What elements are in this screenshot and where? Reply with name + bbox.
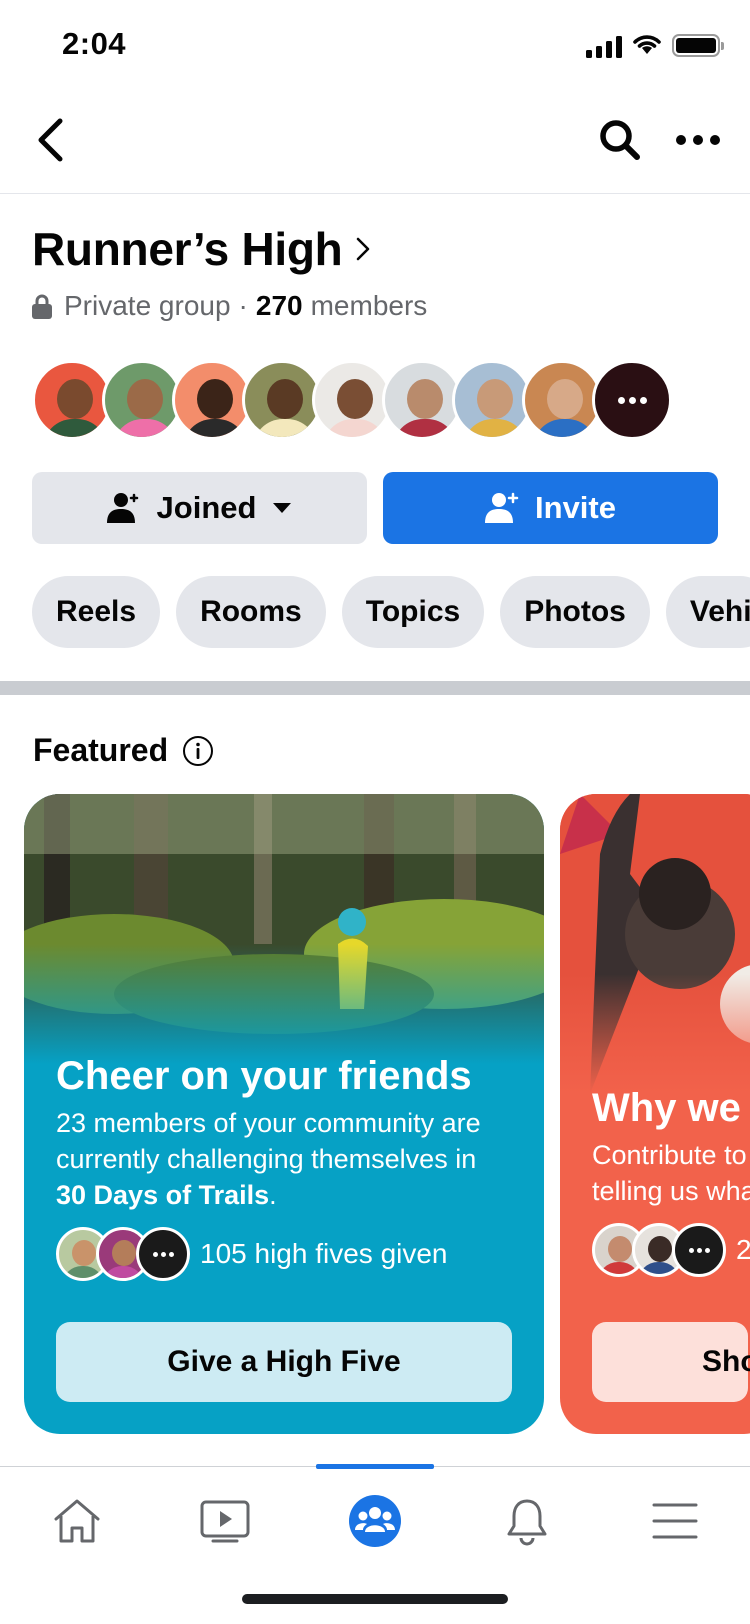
challenge-name: 30 Days of Trails bbox=[56, 1180, 270, 1210]
more-options-button[interactable] bbox=[670, 112, 726, 168]
group-title-link[interactable]: Runner’s High bbox=[32, 222, 370, 276]
privacy-label: Private group bbox=[64, 290, 231, 321]
card-desc-line-2: currently challenging themselves in bbox=[56, 1144, 477, 1174]
avatar[interactable] bbox=[312, 360, 392, 440]
info-icon[interactable] bbox=[182, 735, 214, 767]
high-five-facepile: 105 high fives given bbox=[56, 1227, 512, 1281]
avatar[interactable] bbox=[452, 360, 532, 440]
chevron-left-icon bbox=[38, 118, 63, 162]
home-indicator bbox=[242, 1594, 508, 1604]
cellular-signal-icon bbox=[586, 34, 622, 58]
featured-title: Featured bbox=[33, 732, 169, 768]
joined-button[interactable]: Joined bbox=[32, 472, 367, 544]
group-title: Runner’s High bbox=[32, 223, 343, 275]
more-avatar bbox=[136, 1227, 190, 1281]
groups-icon bbox=[349, 1495, 401, 1547]
active-tab-indicator bbox=[316, 1464, 434, 1469]
video-icon bbox=[200, 1500, 250, 1543]
status-bar: 2:04 bbox=[0, 0, 750, 90]
search-icon bbox=[600, 120, 640, 160]
survey-button[interactable]: Sho bbox=[592, 1322, 750, 1402]
tab-rooms[interactable]: Rooms bbox=[176, 576, 326, 648]
tab-vehicles[interactable]: Vehi bbox=[665, 576, 750, 648]
caret-down-icon bbox=[273, 503, 292, 513]
meta-separator: · bbox=[238, 290, 248, 321]
avatar[interactable] bbox=[102, 360, 182, 440]
card-desc-line-3: 30 Days of Trails. bbox=[56, 1180, 277, 1210]
facepile bbox=[56, 1227, 190, 1281]
give-high-five-button[interactable]: Give a High Five bbox=[56, 1322, 512, 1402]
tab-reels[interactable]: Reels bbox=[32, 576, 161, 648]
member-label: members bbox=[310, 290, 428, 321]
card-content: Cheer on your friends 23 members of your… bbox=[56, 1054, 512, 1281]
section-divider bbox=[0, 681, 750, 695]
home-icon bbox=[54, 1499, 100, 1543]
avatar[interactable] bbox=[382, 360, 462, 440]
tab-notifications[interactable] bbox=[482, 1485, 572, 1557]
tab-photos[interactable]: Photos bbox=[500, 576, 650, 648]
high-five-stat: 105 high fives given bbox=[200, 1238, 448, 1269]
wifi-icon bbox=[633, 35, 661, 54]
trail-runner-photo bbox=[24, 794, 544, 1064]
tab-home[interactable] bbox=[32, 1485, 122, 1557]
card-description: Contribute to telling us wha bbox=[592, 1140, 750, 1206]
featured-card-survey[interactable]: Why we Contribute to telling us wha 23 S… bbox=[560, 794, 750, 1434]
avatar[interactable] bbox=[242, 360, 322, 440]
card-title: Cheer on your friends bbox=[56, 1054, 472, 1098]
battery-icon bbox=[672, 34, 724, 57]
featured-header: Featured bbox=[33, 732, 214, 769]
tab-menu[interactable] bbox=[630, 1485, 720, 1557]
celebration-photo bbox=[560, 794, 750, 1094]
more-members-avatar[interactable] bbox=[592, 360, 672, 440]
status-time: 2:04 bbox=[62, 26, 127, 61]
bell-icon bbox=[507, 1499, 547, 1546]
card-description: 23 members of your community are current… bbox=[56, 1105, 512, 1213]
user-check-icon bbox=[106, 493, 138, 523]
more-avatar bbox=[672, 1223, 726, 1277]
facepile bbox=[592, 1223, 726, 1277]
invite-label: Invite bbox=[535, 490, 616, 525]
group-meta: Private group · 270 members bbox=[32, 290, 427, 322]
tab-watch[interactable] bbox=[180, 1485, 270, 1557]
joined-label: Joined bbox=[156, 490, 257, 525]
hamburger-menu-icon bbox=[652, 1503, 698, 1539]
invite-button[interactable]: Invite bbox=[383, 472, 718, 544]
chevron-right-icon bbox=[357, 237, 370, 261]
card-content: Why we Contribute to telling us wha 23 bbox=[592, 1086, 750, 1277]
survey-stat: 23 bbox=[736, 1234, 750, 1265]
tab-groups[interactable] bbox=[330, 1485, 420, 1557]
group-tabs: Reels Rooms Topics Photos Vehi bbox=[32, 576, 750, 648]
lock-icon bbox=[32, 294, 52, 319]
member-count: 270 bbox=[255, 290, 303, 321]
tab-topics[interactable]: Topics bbox=[341, 576, 485, 648]
card-desc-line-1: 23 members of your community are bbox=[56, 1108, 481, 1138]
user-plus-icon bbox=[485, 492, 519, 523]
group-actions: Joined Invite bbox=[32, 472, 718, 544]
avatar[interactable] bbox=[522, 360, 602, 440]
nav-bar bbox=[0, 90, 750, 194]
avatar[interactable] bbox=[172, 360, 252, 440]
back-button[interactable] bbox=[26, 112, 74, 168]
avatar[interactable] bbox=[32, 360, 112, 440]
more-dots-icon bbox=[676, 135, 720, 145]
card-title: Why we bbox=[592, 1086, 741, 1130]
survey-facepile: 23 bbox=[592, 1223, 750, 1277]
featured-card-challenge[interactable]: Cheer on your friends 23 members of your… bbox=[24, 794, 544, 1434]
search-button[interactable] bbox=[592, 112, 648, 168]
